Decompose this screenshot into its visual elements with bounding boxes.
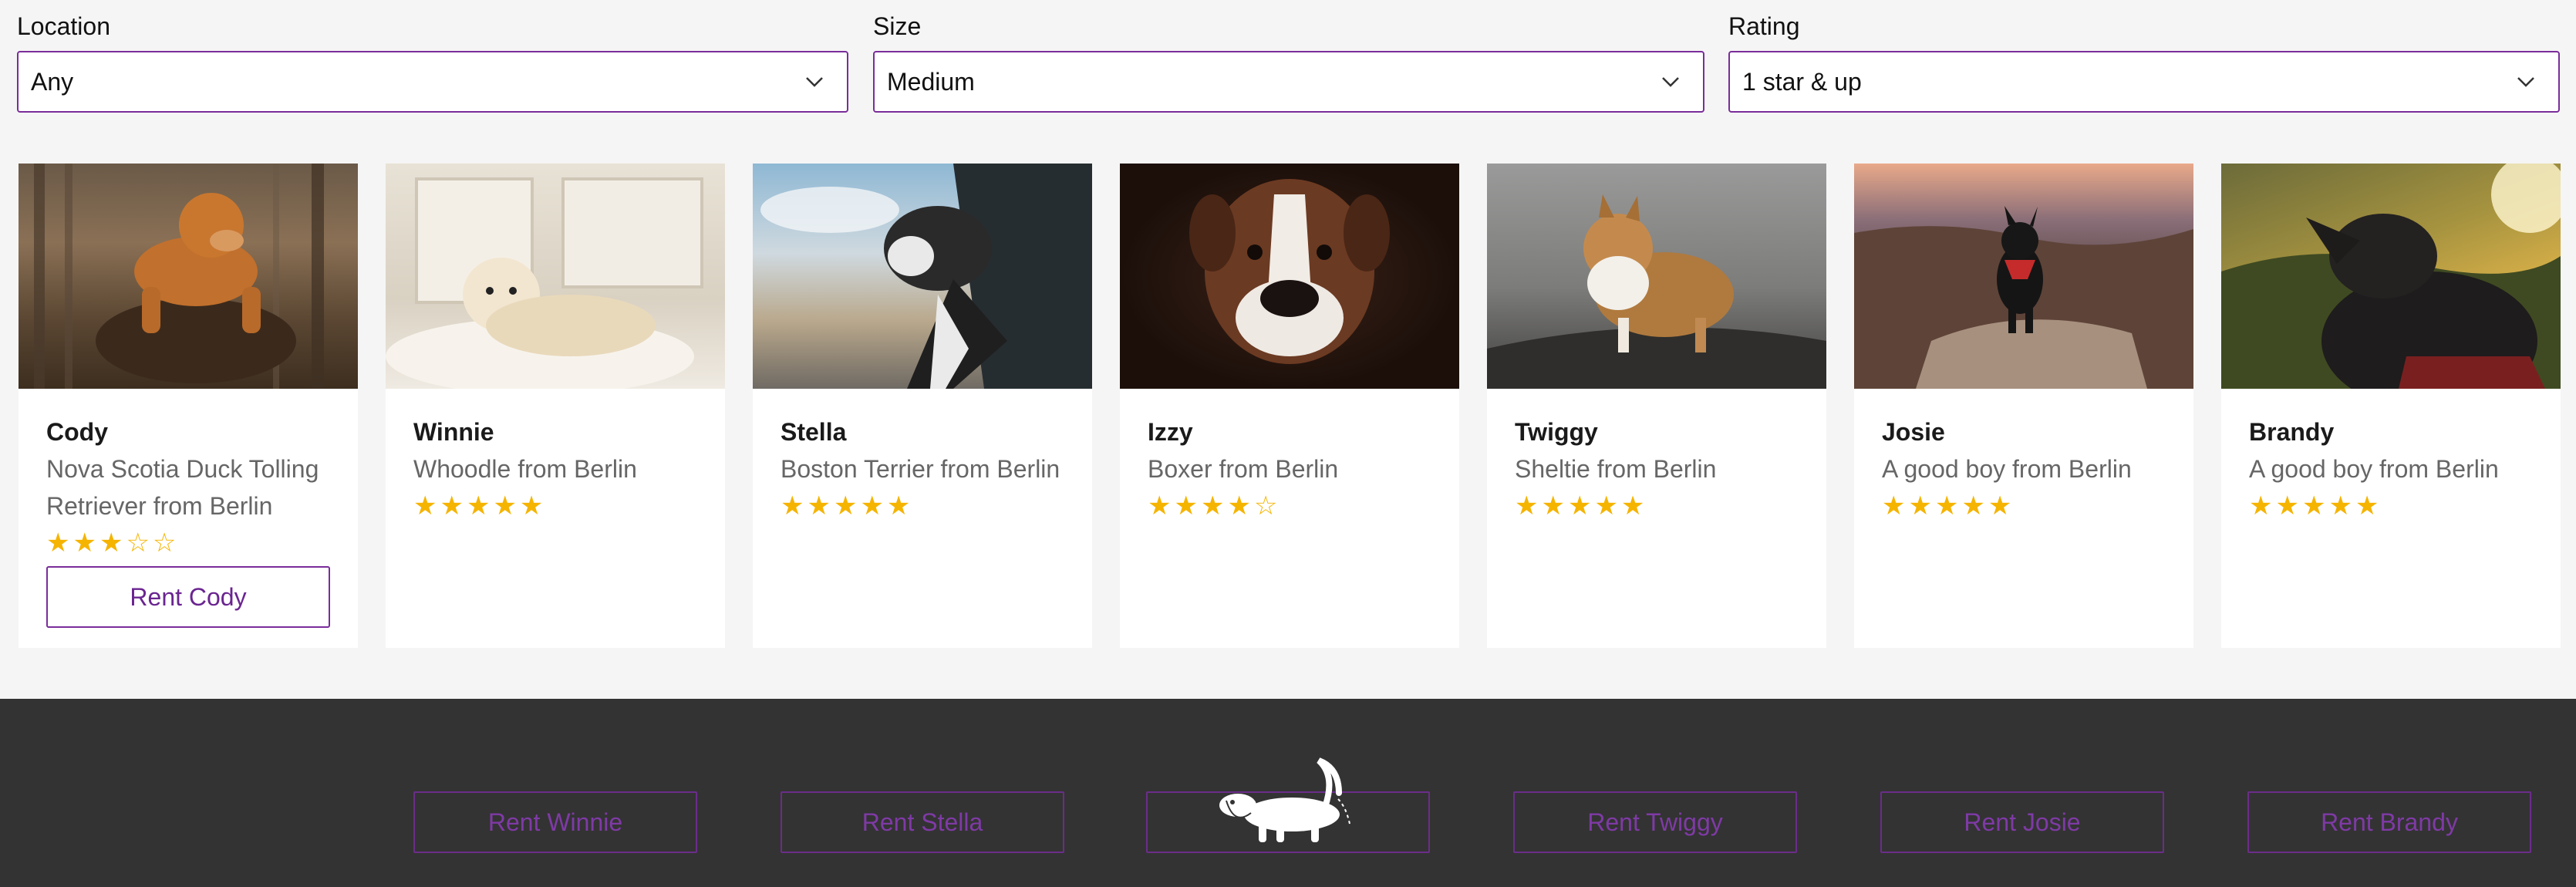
star-rating: ★★★★★: [1882, 491, 2015, 521]
chevron-down-icon: [2517, 77, 2534, 87]
filter-bar: Location Any Size Medium Rating 1 star &…: [0, 0, 2576, 147]
star-rating: ★★★★★: [781, 491, 914, 521]
dachshund-icon: [1219, 757, 1350, 842]
size-select-value: Medium: [887, 67, 975, 96]
chevron-down-icon: [806, 77, 823, 87]
rating-select[interactable]: 1 star & up: [1728, 51, 2560, 113]
dog-description: Whoodle from Berlin: [413, 455, 637, 483]
star-rating: ★★★☆☆: [46, 528, 180, 558]
star-rating: ★★★★★: [1515, 491, 1648, 521]
sheltie-on-rock-photo: [1487, 164, 1826, 389]
footer: Rent Winnie Rent Stella Rent Twiggy Rent…: [0, 699, 2576, 887]
dog-card[interactable]: Cody Nova Scotia Duck Tolling Retriever …: [19, 164, 358, 648]
dog-card[interactable]: Josie A good boy from Berlin ★★★★★: [1854, 164, 2193, 648]
dog-card-list: Cody Nova Scotia Duck Tolling Retriever …: [19, 164, 2564, 649]
location-filter: Location Any: [17, 11, 848, 113]
rating-filter: Rating 1 star & up: [1728, 11, 2560, 113]
dog-card[interactable]: Stella Boston Terrier from Berlin ★★★★★: [753, 164, 1092, 648]
dog-name: Cody: [46, 418, 108, 446]
location-select-value: Any: [31, 67, 74, 96]
star-rating: ★★★★★: [413, 491, 547, 521]
dog-at-sunset-photo: [2221, 164, 2561, 389]
size-select[interactable]: Medium: [873, 51, 1704, 113]
rent-josie-button[interactable]: Rent Josie: [1880, 791, 2164, 853]
dog-name: Twiggy: [1515, 418, 1598, 446]
size-filter-label: Size: [873, 12, 922, 40]
boxer-portrait-photo: [1120, 164, 1459, 389]
rent-cody-button[interactable]: Rent Cody: [46, 566, 330, 628]
location-filter-label: Location: [17, 12, 110, 40]
star-rating: ★★★★★: [2249, 491, 2382, 521]
dog-on-canyon-photo: [1854, 164, 2193, 389]
rent-stella-button[interactable]: Rent Stella: [781, 791, 1064, 853]
dog-description: Boxer from Berlin: [1148, 455, 1339, 483]
dog-name: Izzy: [1148, 418, 1193, 446]
star-rating: ★★★★☆: [1148, 491, 1281, 521]
dog-name: Brandy: [2249, 418, 2335, 446]
dog-name: Josie: [1882, 418, 1945, 446]
dog-card[interactable]: Brandy A good boy from Berlin ★★★★★: [2221, 164, 2561, 648]
dog-name: Winnie: [413, 418, 494, 446]
dog-description: Boston Terrier from Berlin: [781, 455, 1060, 483]
dog-in-forest-photo: [19, 164, 358, 389]
size-filter: Size Medium: [873, 11, 1704, 113]
rent-winnie-button[interactable]: Rent Winnie: [413, 791, 697, 853]
rating-select-value: 1 star & up: [1742, 67, 1862, 96]
dog-card[interactable]: Twiggy Sheltie from Berlin ★★★★★: [1487, 164, 1826, 648]
location-select[interactable]: Any: [17, 51, 848, 113]
dog-description: Nova Scotia Duck Tolling Retriever from …: [46, 455, 319, 520]
rent-twiggy-button[interactable]: Rent Twiggy: [1513, 791, 1797, 853]
rent-brandy-button[interactable]: Rent Brandy: [2247, 791, 2531, 853]
chevron-down-icon: [1662, 77, 1679, 87]
dog-card[interactable]: Izzy Boxer from Berlin ★★★★☆: [1120, 164, 1459, 648]
dog-description: Sheltie from Berlin: [1515, 455, 1717, 483]
dog-name: Stella: [781, 418, 847, 446]
dog-card[interactable]: Winnie Whoodle from Berlin ★★★★★: [386, 164, 725, 648]
dog-description: A good boy from Berlin: [2249, 455, 2499, 483]
dog-description: A good boy from Berlin: [1882, 455, 2132, 483]
dog-in-car-window-photo: [753, 164, 1092, 389]
dog-on-bed-photo: [386, 164, 725, 389]
rating-filter-label: Rating: [1728, 12, 1800, 40]
